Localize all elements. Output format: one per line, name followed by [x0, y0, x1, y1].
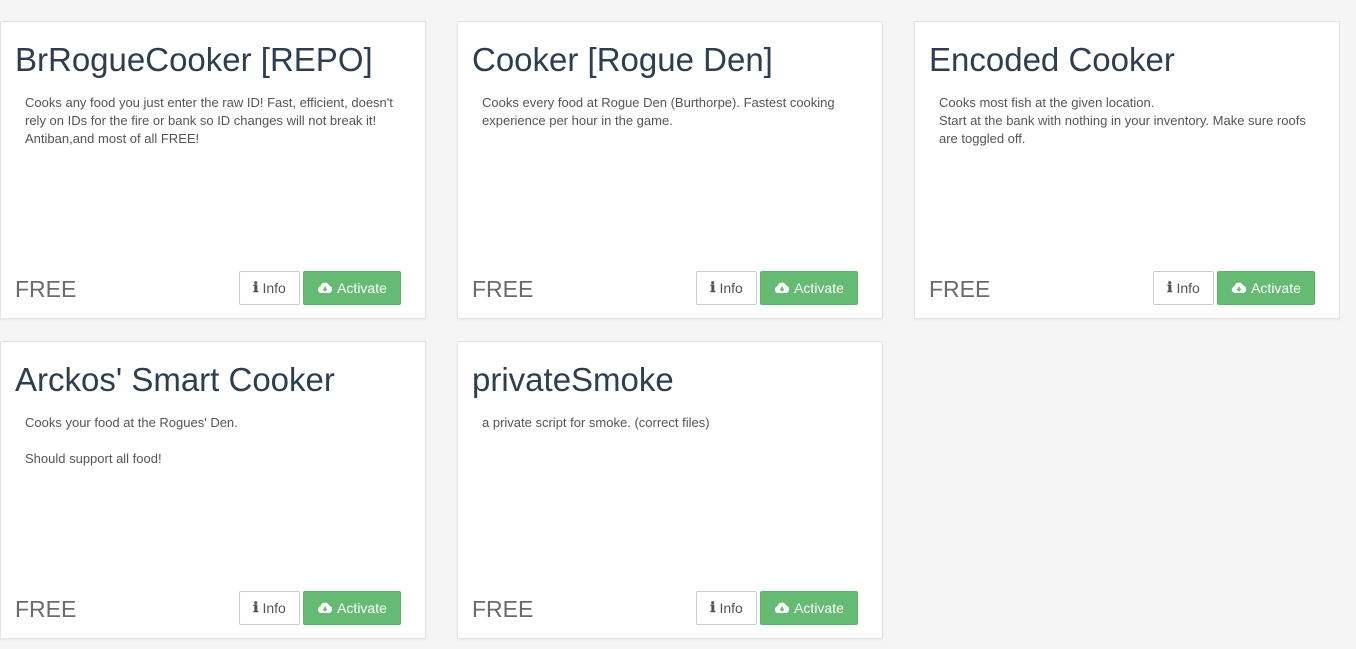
script-card: Encoded Cooker Cooks most fish at the gi… [914, 21, 1340, 319]
script-price: FREE [15, 596, 77, 622]
script-card: Arckos' Smart Cooker Cooks your food at … [0, 341, 426, 639]
script-title: Arckos' Smart Cooker [15, 361, 335, 398]
cloud-download-icon [774, 282, 790, 294]
script-price: FREE [472, 276, 534, 302]
info-button-label: Info [262, 280, 286, 296]
script-card: privateSmoke a private script for smoke.… [457, 341, 883, 639]
activate-button[interactable]: Activate [303, 271, 401, 305]
info-icon: ℹ [253, 600, 259, 616]
cloud-download-icon [317, 602, 333, 614]
info-icon: ℹ [710, 600, 716, 616]
activate-button[interactable]: Activate [760, 591, 858, 625]
script-price: FREE [929, 276, 991, 302]
info-icon: ℹ [1167, 280, 1173, 296]
info-button[interactable]: ℹ Info [239, 271, 300, 305]
info-button-label: Info [262, 600, 286, 616]
script-title: Encoded Cooker [929, 41, 1175, 78]
cloud-download-icon [774, 602, 790, 614]
info-button-label: Info [1176, 280, 1200, 296]
script-title: Cooker [Rogue Den] [472, 41, 773, 78]
script-title: privateSmoke [472, 361, 674, 398]
script-card: Cooker [Rogue Den] Cooks every food at R… [457, 21, 883, 319]
script-description: a private script for smoke. (correct fil… [482, 415, 710, 430]
script-price: FREE [15, 276, 77, 302]
activate-button-label: Activate [337, 600, 387, 616]
activate-button-label: Activate [337, 280, 387, 296]
activate-button[interactable]: Activate [1217, 271, 1315, 305]
script-card: BrRogueCooker [REPO] Cooks any food you … [0, 21, 426, 319]
info-icon: ℹ [253, 280, 259, 296]
activate-button[interactable]: Activate [760, 271, 858, 305]
script-description: Cooks your food at the Rogues' Den. Shou… [25, 415, 238, 466]
info-button[interactable]: ℹ Info [239, 591, 300, 625]
script-description: Cooks any food you just enter the raw ID… [25, 95, 393, 146]
info-button[interactable]: ℹ Info [1153, 271, 1214, 305]
info-button[interactable]: ℹ Info [696, 271, 757, 305]
info-icon: ℹ [710, 280, 716, 296]
activate-button-label: Activate [794, 600, 844, 616]
script-description: Cooks every food at Rogue Den (Burthorpe… [482, 95, 835, 128]
info-button-label: Info [719, 600, 743, 616]
activate-button-label: Activate [1251, 280, 1301, 296]
script-description: Cooks most fish at the given location. S… [939, 95, 1306, 146]
activate-button-label: Activate [794, 280, 844, 296]
cloud-download-icon [317, 282, 333, 294]
cloud-download-icon [1231, 282, 1247, 294]
info-button[interactable]: ℹ Info [696, 591, 757, 625]
activate-button[interactable]: Activate [303, 591, 401, 625]
script-price: FREE [472, 596, 534, 622]
script-title: BrRogueCooker [REPO] [15, 41, 373, 78]
info-button-label: Info [719, 280, 743, 296]
